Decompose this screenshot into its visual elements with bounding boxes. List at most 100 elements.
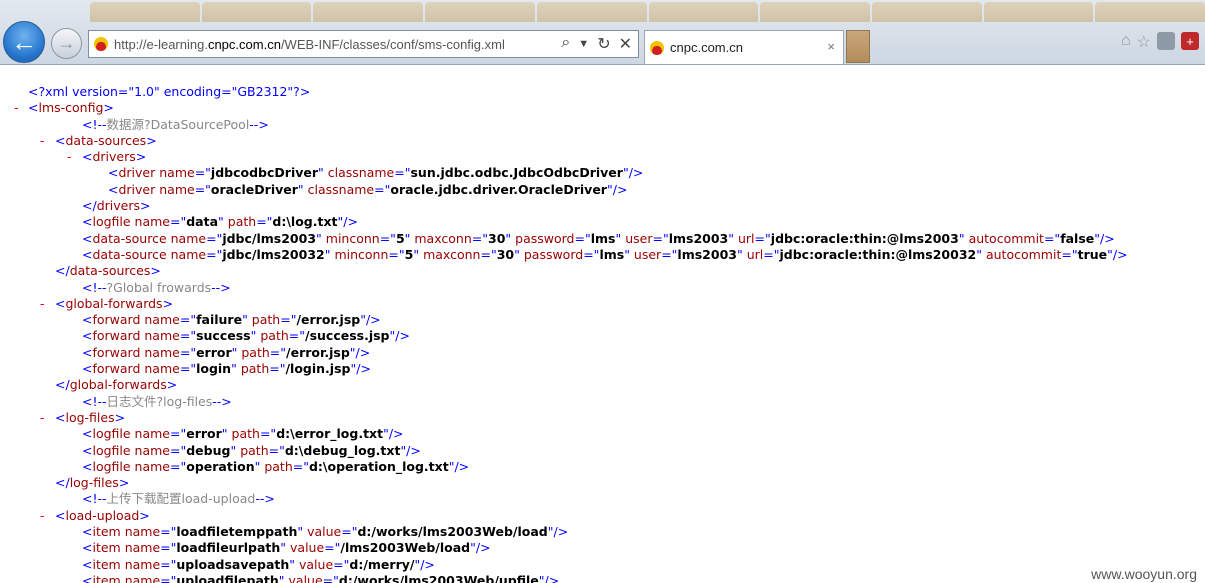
background-tab[interactable] bbox=[201, 2, 312, 22]
background-tab[interactable] bbox=[983, 2, 1094, 22]
xml-token: path bbox=[240, 442, 269, 458]
xml-line: <forward name="error" path="/error.jsp"/… bbox=[0, 345, 1205, 361]
xml-token: maxconn bbox=[423, 246, 481, 262]
arrow-right-icon: → bbox=[57, 33, 76, 53]
xml-token: =" bbox=[374, 181, 391, 197]
xml-token: success bbox=[196, 328, 251, 344]
close-tab-icon[interactable]: × bbox=[827, 39, 835, 54]
xml-token: password bbox=[523, 246, 584, 262]
tab-active[interactable]: cnpc.com.cn × bbox=[644, 30, 844, 64]
xml-token: autocommit bbox=[968, 230, 1044, 246]
address-url[interactable]: http://e-learning.cnpc.com.cn/WEB-INF/cl… bbox=[114, 37, 505, 52]
xml-token: d:\error_log.txt bbox=[276, 426, 384, 442]
xml-token: < bbox=[82, 540, 93, 556]
xml-token: " bbox=[297, 524, 308, 540]
xml-token: value bbox=[299, 556, 334, 572]
background-tab[interactable] bbox=[760, 2, 870, 22]
background-tab[interactable] bbox=[648, 2, 759, 22]
xml-token: =" bbox=[754, 230, 771, 246]
xml-token: " bbox=[324, 246, 335, 262]
xml-code: <data-sources> bbox=[55, 133, 157, 149]
xml-token: =" bbox=[661, 246, 678, 262]
background-tab[interactable] bbox=[871, 2, 982, 22]
xml-line: - <log-files> bbox=[0, 410, 1205, 426]
xml-line: - <drivers> bbox=[0, 149, 1205, 165]
xml-line: <logfile name="debug" path="d:\debug_log… bbox=[0, 443, 1205, 459]
xml-line: </log-files> bbox=[0, 475, 1205, 491]
xml-token: path bbox=[227, 214, 257, 230]
address-bar[interactable]: http://e-learning.cnpc.com.cn/WEB-INF/cl… bbox=[88, 30, 639, 58]
xml-token: /lms2003Web/load bbox=[340, 540, 471, 556]
background-tab[interactable] bbox=[536, 2, 647, 22]
xml-token: =" bbox=[652, 230, 669, 246]
stop-icon[interactable]: ✕ bbox=[619, 34, 632, 54]
xml-token: 30 bbox=[496, 246, 515, 262]
xml-token: =" bbox=[269, 361, 286, 377]
xml-line: <forward name="success" path="/success.j… bbox=[0, 328, 1205, 344]
xml-token: "/> bbox=[414, 556, 435, 572]
xml-token: loadfileurlpath bbox=[176, 540, 281, 556]
background-tab[interactable] bbox=[90, 2, 200, 22]
xml-token: "/> bbox=[448, 458, 470, 474]
xml-code: <driver name="oracleDriver" classname="o… bbox=[108, 182, 627, 198]
xml-token: data-sources bbox=[65, 132, 147, 148]
xml-token: minconn bbox=[334, 246, 389, 262]
xml-token: =" bbox=[324, 540, 341, 556]
addon-icon[interactable]: + bbox=[1181, 32, 1199, 50]
collapse-toggle[interactable]: - bbox=[40, 296, 45, 312]
xml-token: sun.jdbc.odbc.JdbcOdbcDriver bbox=[410, 165, 623, 181]
new-tab-button[interactable] bbox=[846, 30, 870, 63]
xml-line: <?xml version="1.0" encoding="GB2312"?> bbox=[0, 84, 1205, 100]
xml-code: <data-source name="jdbc/lms20032" mincon… bbox=[82, 247, 1128, 263]
home-icon[interactable]: ⌂ bbox=[1121, 32, 1131, 52]
xml-line: - <lms-config> bbox=[0, 100, 1205, 116]
xml-line: </drivers> bbox=[0, 198, 1205, 214]
collapse-toggle[interactable]: - bbox=[14, 100, 19, 116]
xml-token: operation bbox=[186, 458, 255, 474]
xml-token: forward name bbox=[92, 328, 180, 344]
xml-token: < bbox=[82, 426, 93, 442]
collapse-toggle[interactable]: - bbox=[40, 410, 45, 426]
xml-code: <logfile name="error" path="d:\error_log… bbox=[82, 426, 404, 442]
collapse-toggle[interactable]: - bbox=[40, 133, 45, 149]
xml-code: <data-source name="jdbc/lms2003" minconn… bbox=[82, 231, 1115, 247]
xml-token: <!-- bbox=[82, 116, 107, 132]
background-tab[interactable] bbox=[425, 2, 535, 22]
search-icon[interactable]: ⌕ bbox=[561, 34, 570, 54]
tools-icon[interactable] bbox=[1157, 32, 1175, 50]
collapse-toggle[interactable]: - bbox=[67, 149, 72, 165]
xml-token: "/> bbox=[337, 214, 358, 230]
background-tab[interactable] bbox=[1095, 2, 1205, 22]
xml-line: </global-forwards> bbox=[0, 377, 1205, 393]
xml-token: " bbox=[976, 246, 986, 262]
xml-token: > bbox=[166, 377, 178, 393]
xml-token: =" bbox=[1061, 246, 1078, 262]
xml-code: <?xml version="1.0" encoding="GB2312"?> bbox=[28, 84, 310, 100]
xml-token: =" bbox=[170, 214, 187, 230]
background-tab[interactable] bbox=[313, 2, 424, 22]
xml-token: value bbox=[288, 572, 323, 583]
favorites-star-icon[interactable]: ☆ bbox=[1137, 32, 1151, 52]
xml-token: " bbox=[230, 442, 241, 458]
xml-line: <logfile name="error" path="d:\error_log… bbox=[0, 426, 1205, 442]
xml-token: forward name bbox=[92, 344, 180, 360]
xml-token: true bbox=[1077, 246, 1108, 262]
xml-document: <?xml version="1.0" encoding="GB2312"?> -… bbox=[0, 84, 1205, 583]
xml-token: < bbox=[82, 572, 93, 583]
xml-token: =" bbox=[388, 246, 405, 262]
collapse-toggle[interactable]: - bbox=[40, 508, 45, 524]
back-button[interactable]: ← bbox=[3, 21, 45, 63]
xml-token: lms2003 bbox=[677, 246, 737, 262]
forward-button[interactable]: → bbox=[51, 28, 82, 59]
xml-token: path bbox=[251, 312, 281, 328]
xml-token: =" bbox=[256, 214, 273, 230]
xml-token: " bbox=[231, 344, 242, 360]
xml-token: < bbox=[82, 149, 93, 165]
dropdown-icon[interactable]: ▼ bbox=[578, 34, 589, 54]
refresh-icon[interactable]: ↻ bbox=[597, 34, 610, 54]
xml-token: =" bbox=[160, 524, 177, 540]
xml-line: <item name="uploadsavepath" value="d:/me… bbox=[0, 557, 1205, 573]
xml-token: =" bbox=[763, 246, 780, 262]
xml-token: =" bbox=[394, 165, 411, 181]
xml-token: < bbox=[28, 100, 39, 116]
